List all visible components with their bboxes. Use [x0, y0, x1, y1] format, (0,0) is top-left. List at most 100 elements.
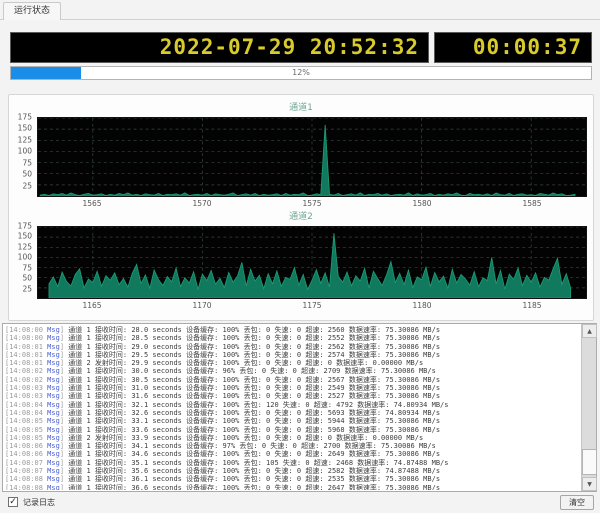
log-bracket: ] — [60, 450, 68, 458]
log-message: 通道 1 接收时间: 33.1 seconds 设备缓存: 100% 丢包: 0… — [68, 417, 440, 425]
log-tag: Msg — [47, 376, 60, 384]
chart1-title: 通道1 — [9, 100, 593, 113]
log-tag: Msg — [47, 384, 60, 392]
x-tick-label: 1170 — [192, 301, 211, 310]
log-line: [14:08:03 Msg] 通道 1 接收时间: 31.6 seconds 设… — [5, 392, 579, 400]
log-bracket: ] — [60, 376, 68, 384]
x-tick-label: 1570 — [192, 199, 211, 208]
log-bracket: ] — [60, 417, 68, 425]
log-line: [14:08:01 Msg] 通道 1 接收时间: 29.0 seconds 设… — [5, 343, 579, 351]
x-tick-label: 1165 — [82, 301, 101, 310]
log-message: 通道 1 接收时间: 33.6 seconds 设备缓存: 100% 丢包: 0… — [68, 426, 440, 434]
log-message: 通道 1 接收时间: 36.6 seconds 设备缓存: 100% 丢包: 0… — [68, 484, 440, 490]
tab-running-status[interactable]: 运行状态 — [3, 2, 61, 20]
log-timestamp: [14:08:01 — [5, 351, 47, 359]
log-tag: Msg — [47, 442, 60, 450]
log-tag: Msg — [47, 334, 60, 342]
y-tick-label: 75 — [22, 263, 32, 272]
log-tag: Msg — [47, 351, 60, 359]
progress-percent-label: 12% — [11, 67, 591, 79]
log-line: [14:08:01 Msg] 通道 1 接收时间: 29.5 seconds 设… — [5, 351, 579, 359]
chart2-title: 通道2 — [9, 209, 593, 222]
log-timestamp: [14:08:05 — [5, 417, 47, 425]
y-tick-label: 125 — [18, 135, 32, 144]
chart2-x-axis: 11651170117511801185 — [9, 301, 593, 311]
log-message: 通道 1 接收时间: 34.6 seconds 设备缓存: 100% 丢包: 0… — [68, 450, 440, 458]
scrollbar-up-arrow-icon[interactable]: ▲ — [582, 324, 597, 338]
log-panel: [14:08:00 Msg] 通道 1 接收时间: 28.0 seconds 设… — [2, 323, 597, 492]
log-message: 通道 2 发射时间: 33.9 seconds 设备缓存: 100% 丢包: 0… — [68, 434, 423, 442]
scrollbar-thumb[interactable] — [582, 449, 597, 475]
log-bracket: ] — [60, 367, 68, 375]
log-timestamp: [14:08:01 — [5, 343, 47, 351]
log-tag: Msg — [47, 367, 60, 375]
log-timestamp: [14:08:05 — [5, 426, 47, 434]
log-bracket: ] — [60, 334, 68, 342]
x-tick-label: 1565 — [82, 199, 101, 208]
log-message: 通道 1 接收时间: 35.1 seconds 设备缓存: 100% 丢包: 1… — [68, 459, 448, 467]
log-line: [14:08:07 Msg] 通道 1 接收时间: 35.1 seconds 设… — [5, 459, 579, 467]
log-tag: Msg — [47, 417, 60, 425]
chart2-y-axis: 255075100125150175 — [9, 226, 35, 299]
log-line: [14:08:05 Msg] 通道 2 发射时间: 33.9 seconds 设… — [5, 434, 579, 442]
log-message: 通道 1 接收时间: 30.5 seconds 设备缓存: 100% 丢包: 0… — [68, 376, 440, 384]
x-tick-label: 1585 — [522, 199, 541, 208]
log-message: 通道 1 接收时间: 30.0 seconds 设备缓存: 96% 丢包: 0 … — [68, 367, 436, 375]
record-log-checkbox[interactable]: ✓ — [8, 497, 18, 507]
log-timestamp: [14:08:08 — [5, 484, 47, 490]
log-bracket: ] — [60, 434, 68, 442]
y-tick-label: 50 — [22, 274, 32, 283]
log-message: 通道 2 发射时间: 29.9 seconds 设备缓存: 100% 丢包: 0… — [68, 359, 423, 367]
log-message: 通道 1 接收时间: 28.5 seconds 设备缓存: 100% 丢包: 0… — [68, 334, 440, 342]
log-bracket: ] — [60, 409, 68, 417]
log-timestamp: [14:08:03 — [5, 384, 47, 392]
clear-log-button[interactable]: 清空 — [560, 495, 594, 510]
log-timestamp: [14:08:08 — [5, 475, 47, 483]
y-tick-label: 25 — [22, 284, 32, 293]
log-message: 通道 1 接收时间: 29.5 seconds 设备缓存: 100% 丢包: 0… — [68, 351, 440, 359]
log-timestamp: [14:08:03 — [5, 392, 47, 400]
log-line: [14:08:04 Msg] 通道 1 接收时间: 32.1 seconds 设… — [5, 401, 579, 409]
log-line: [14:08:06 Msg] 通道 1 接收时间: 34.6 seconds 设… — [5, 450, 579, 458]
log-timestamp: [14:08:00 — [5, 334, 47, 342]
log-tag: Msg — [47, 392, 60, 400]
log-bracket: ] — [60, 484, 68, 490]
x-tick-label: 1180 — [412, 301, 431, 310]
datetime-clock-display: 2022-07-29 20:52:32 — [10, 32, 429, 63]
log-line: [14:08:05 Msg] 通道 1 接收时间: 33.1 seconds 设… — [5, 417, 579, 425]
log-tag: Msg — [47, 343, 60, 351]
y-tick-label: 50 — [22, 170, 32, 179]
log-bracket: ] — [60, 467, 68, 475]
y-tick-label: 175 — [18, 222, 32, 231]
log-bracket: ] — [60, 426, 68, 434]
x-tick-label: 1575 — [302, 199, 321, 208]
footer-bar: ✓ 记录日志 清空 — [0, 492, 600, 513]
charts-group-box: 通道1 255075100125150175 15651570157515801… — [8, 94, 594, 321]
log-message: 通道 1 接收时间: 32.1 seconds 设备缓存: 100% 丢包: 1… — [68, 401, 448, 409]
log-tag: Msg — [47, 409, 60, 417]
log-bracket: ] — [60, 326, 68, 334]
log-message: 通道 1 接收时间: 28.0 seconds 设备缓存: 100% 丢包: 0… — [68, 326, 440, 334]
log-line: [14:08:02 Msg] 通道 1 接收时间: 30.5 seconds 设… — [5, 376, 579, 384]
log-lines-list[interactable]: [14:08:00 Msg] 通道 1 接收时间: 28.0 seconds 设… — [5, 326, 579, 490]
y-tick-label: 25 — [22, 181, 32, 190]
log-message: 通道 1 接收时间: 29.0 seconds 设备缓存: 100% 丢包: 0… — [68, 343, 440, 351]
log-scrollbar[interactable]: ▲ ▼ — [581, 324, 596, 491]
chart1-y-axis: 255075100125150175 — [9, 117, 35, 197]
chart2-plot[interactable] — [37, 226, 587, 299]
log-message: 通道 1 接收时间: 32.6 seconds 设备缓存: 100% 丢包: 0… — [68, 409, 440, 417]
log-bracket: ] — [60, 351, 68, 359]
log-message: 通道 1 接收时间: 35.6 seconds 设备缓存: 100% 丢包: 0… — [68, 467, 440, 475]
scrollbar-down-arrow-icon[interactable]: ▼ — [582, 477, 597, 491]
log-line: [14:08:05 Msg] 通道 1 接收时间: 33.6 seconds 设… — [5, 426, 579, 434]
chart1-plot[interactable] — [37, 117, 587, 197]
log-message: 通道 1 接收时间: 36.1 seconds 设备缓存: 100% 丢包: 0… — [68, 475, 440, 483]
x-tick-label: 1185 — [522, 301, 541, 310]
y-tick-label: 125 — [18, 242, 32, 251]
log-timestamp: [14:08:02 — [5, 367, 47, 375]
record-log-label: 记录日志 — [23, 497, 55, 508]
log-timestamp: [14:08:00 — [5, 326, 47, 334]
log-bracket: ] — [60, 442, 68, 450]
log-message: 通道 1 接收时间: 34.1 seconds 设备缓存: 97% 丢包: 0 … — [68, 442, 436, 450]
log-timestamp: [14:08:04 — [5, 401, 47, 409]
